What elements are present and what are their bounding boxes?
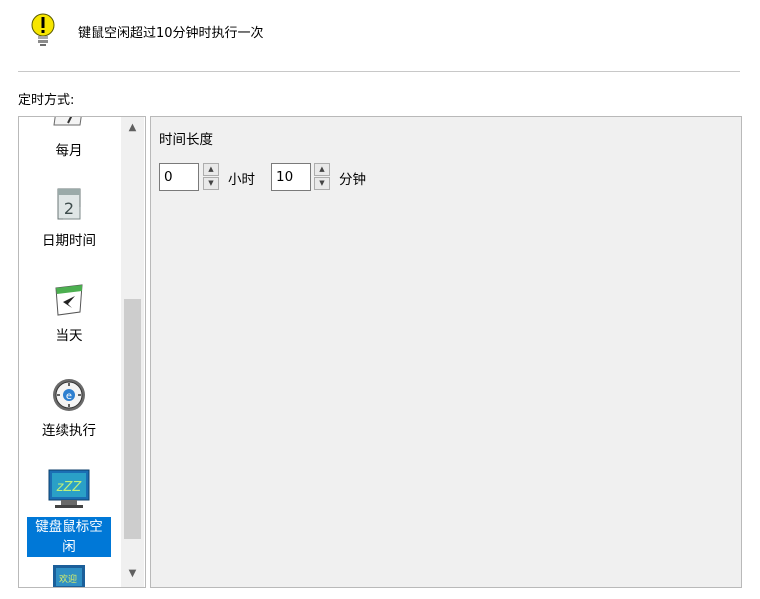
list-item-welcome[interactable]: 欢迎 xyxy=(27,564,111,587)
warning-bulb-icon xyxy=(30,12,56,48)
hours-stepper[interactable]: ▲ ▼ xyxy=(203,163,219,191)
list-item-continuous[interactable]: e 连续执行 xyxy=(27,377,111,439)
settings-panel: 时间长度 0 ▲ ▼ 小时 10 ▲ ▼ 分钟 xyxy=(150,116,742,588)
hours-increment-icon[interactable]: ▲ xyxy=(203,163,219,176)
list-item-label: 连续执行 xyxy=(42,423,96,439)
minutes-increment-icon[interactable]: ▲ xyxy=(314,163,330,176)
monitor-idle-icon: zZZ xyxy=(27,469,111,515)
list-item-label: 日期时间 xyxy=(42,233,96,249)
calendar-month-icon xyxy=(27,117,111,135)
hours-decrement-icon[interactable]: ▼ xyxy=(203,177,219,190)
calendar-today-icon xyxy=(27,282,111,322)
hint-text: 键鼠空闲超过10分钟时执行一次 xyxy=(78,26,264,41)
minutes-decrement-icon[interactable]: ▼ xyxy=(314,177,330,190)
minutes-input[interactable]: 10 xyxy=(271,163,311,191)
divider xyxy=(18,71,740,72)
timing-mode-list[interactable]: 每月 2 日期时间 当天 e 连续执行 zZZ 键盘鼠标空闲 欢迎 ▲ ▼ xyxy=(18,116,146,588)
scroll-up-arrow-icon[interactable]: ▲ xyxy=(121,117,144,139)
scrollbar-thumb[interactable] xyxy=(124,299,141,539)
svg-text:zZZ: zZZ xyxy=(56,480,83,495)
calendar-date-icon: 2 xyxy=(27,187,111,227)
list-item-today[interactable]: 当天 xyxy=(27,282,111,344)
timing-mode-label: 定时方式: xyxy=(18,93,75,108)
list-item-label: 键盘鼠标空闲 xyxy=(27,517,111,557)
hours-input[interactable]: 0 xyxy=(159,163,199,191)
scroll-down-arrow-icon[interactable]: ▼ xyxy=(121,563,144,585)
list-item-keyboard-mouse-idle[interactable]: zZZ 键盘鼠标空闲 xyxy=(27,469,111,557)
svg-text:e: e xyxy=(66,391,72,402)
hours-unit-label: 小时 xyxy=(228,172,255,188)
list-scrollbar[interactable]: ▲ ▼ xyxy=(121,117,144,587)
minutes-unit-label: 分钟 xyxy=(339,172,366,188)
svg-text:2: 2 xyxy=(64,199,74,218)
list-item-monthly[interactable]: 每月 xyxy=(27,117,111,159)
clock-icon: e xyxy=(27,377,111,417)
welcome-icon-caption: 欢迎 xyxy=(59,575,78,585)
list-item-datetime[interactable]: 2 日期时间 xyxy=(27,187,111,249)
list-item-label: 当天 xyxy=(55,328,83,344)
minutes-stepper[interactable]: ▲ ▼ xyxy=(314,163,330,191)
list-item-label: 每月 xyxy=(55,143,83,159)
duration-label: 时间长度 xyxy=(159,132,213,148)
